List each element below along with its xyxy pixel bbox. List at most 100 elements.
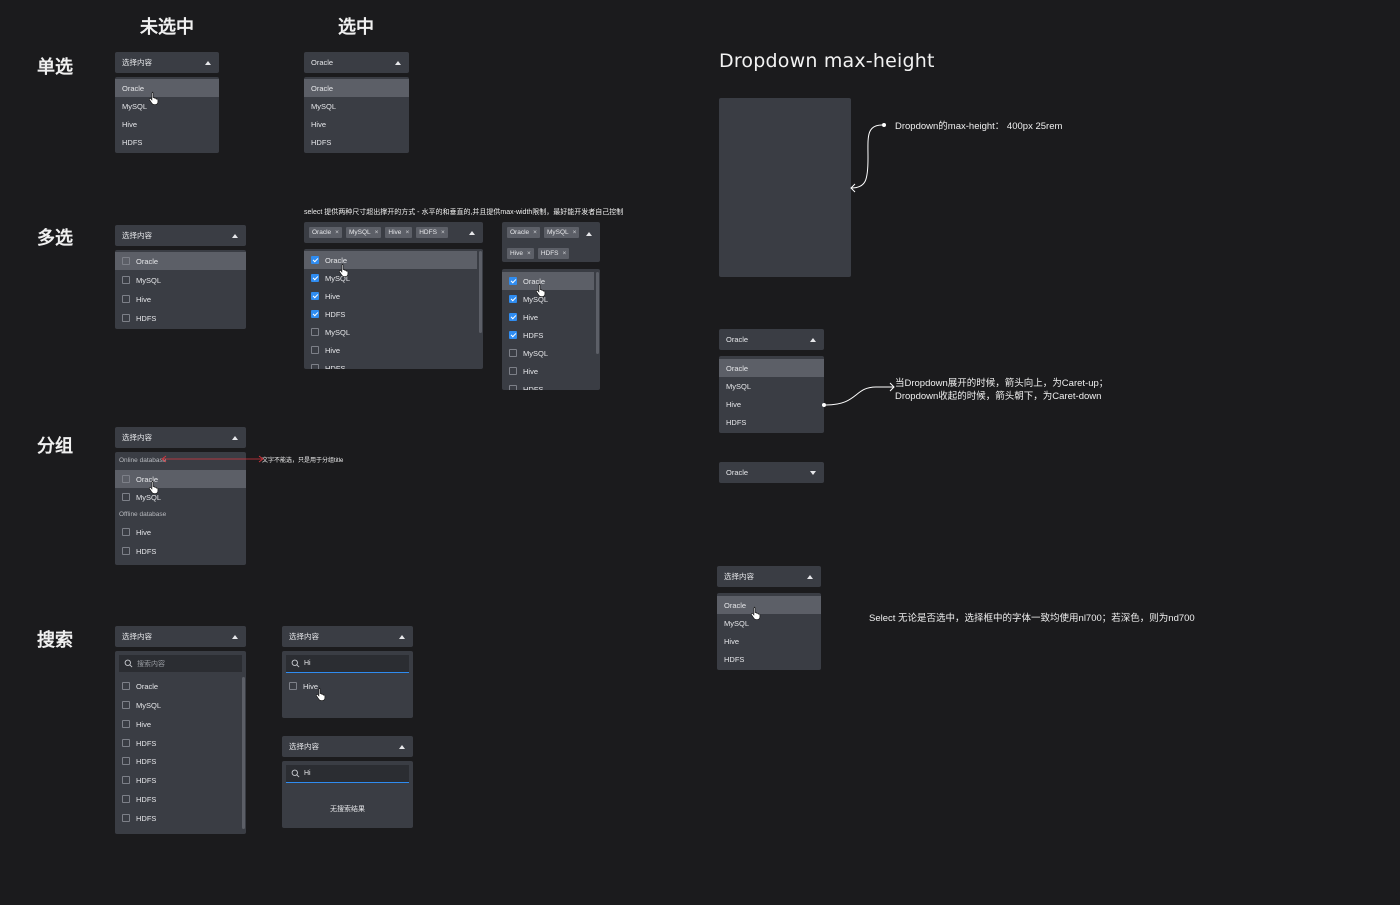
checkbox-unchecked-icon[interactable]	[509, 349, 517, 357]
option-hdfs[interactable]: HDFS	[115, 133, 219, 151]
tag-close-icon[interactable]: ×	[405, 229, 409, 236]
tag-close-icon[interactable]: ×	[533, 229, 537, 236]
checkbox-unchecked-icon[interactable]	[122, 776, 130, 784]
option-hdfs[interactable]: HDFS	[115, 771, 240, 789]
option-hive[interactable]: Hive	[304, 115, 409, 133]
checkbox-unchecked-icon[interactable]	[122, 757, 130, 765]
option-oracle[interactable]: Oracle	[502, 272, 594, 290]
checkbox-unchecked-icon[interactable]	[311, 364, 319, 369]
option-hive[interactable]: Hive	[719, 395, 824, 413]
font-demo-trigger[interactable]: 选择内容	[717, 566, 821, 587]
option-hive[interactable]: Hive	[282, 677, 413, 695]
option-oracle[interactable]: Oracle	[115, 470, 246, 488]
multi-select-trigger[interactable]: 选择内容	[115, 225, 246, 246]
option-mysql[interactable]: MySQL	[115, 488, 246, 506]
option-hive[interactable]: Hive	[115, 115, 219, 133]
tag-close-icon[interactable]: ×	[375, 229, 379, 236]
single-select-trigger[interactable]: 选择内容	[115, 52, 219, 73]
multi-select-trigger-horizontal[interactable]: Oracle × MySQL × Hive × HDFS ×	[304, 222, 483, 243]
checkbox-unchecked-icon[interactable]	[122, 493, 130, 501]
checkbox-unchecked-icon[interactable]	[122, 701, 130, 709]
checkbox-unchecked-icon[interactable]	[122, 814, 130, 822]
checkbox-unchecked-icon[interactable]	[122, 475, 130, 483]
option-hdfs[interactable]: HDFS	[719, 413, 824, 431]
checkbox-unchecked-icon[interactable]	[122, 257, 130, 265]
checkbox-unchecked-icon[interactable]	[122, 682, 130, 690]
group-select-trigger[interactable]: 选择内容	[115, 427, 246, 448]
option-hdfs[interactable]: HDFS	[115, 809, 240, 827]
checkbox-unchecked-icon[interactable]	[122, 295, 130, 303]
search-select-trigger[interactable]: 选择内容	[115, 626, 246, 647]
checkbox-checked-icon[interactable]	[311, 310, 319, 318]
search-input[interactable]: 搜索内容	[119, 655, 242, 672]
checkbox-unchecked-icon[interactable]	[122, 739, 130, 747]
checkbox-unchecked-icon[interactable]	[122, 547, 130, 555]
option-oracle[interactable]: Oracle	[719, 359, 824, 377]
option-oracle[interactable]: Oracle	[115, 252, 246, 270]
checkbox-checked-icon[interactable]	[311, 292, 319, 300]
dropdown-scrollbar[interactable]	[242, 677, 245, 829]
checkbox-unchecked-icon[interactable]	[311, 328, 319, 336]
option-mysql[interactable]: MySQL	[502, 344, 594, 362]
checkbox-unchecked-icon[interactable]	[122, 795, 130, 803]
option-hdfs[interactable]: HDFS	[304, 133, 409, 151]
checkbox-checked-icon[interactable]	[509, 313, 517, 321]
option-hdfs[interactable]: HDFS	[717, 650, 821, 668]
checkbox-unchecked-icon[interactable]	[289, 682, 297, 690]
option-oracle[interactable]: Oracle	[717, 596, 821, 614]
option-hive[interactable]: Hive	[502, 362, 594, 380]
option-hdfs[interactable]: HDFS	[304, 305, 477, 323]
option-mysql[interactable]: MySQL	[115, 97, 219, 115]
dropdown-scrollbar[interactable]	[596, 272, 599, 354]
checkbox-checked-icon[interactable]	[509, 295, 517, 303]
option-mysql[interactable]: MySQL	[115, 696, 240, 714]
option-hdfs[interactable]: HDFS	[115, 734, 240, 752]
option-hdfs[interactable]: HDFS	[115, 542, 246, 560]
caret-demo-trigger-expanded[interactable]: Oracle	[719, 329, 824, 350]
search-select-trigger-result[interactable]: 选择内容	[282, 626, 413, 647]
option-mysql[interactable]: MySQL	[304, 269, 477, 287]
search-select-trigger-empty[interactable]: 选择内容	[282, 736, 413, 757]
option-mysql[interactable]: MySQL	[115, 271, 246, 289]
checkbox-unchecked-icon[interactable]	[122, 314, 130, 322]
checkbox-unchecked-icon[interactable]	[122, 720, 130, 728]
multi-select-trigger-vertical[interactable]: Oracle × MySQL × Hive × HDFS ×	[502, 222, 600, 262]
option-hdfs[interactable]: HDFS	[115, 752, 240, 770]
checkbox-checked-icon[interactable]	[509, 277, 517, 285]
option-hive[interactable]: Hive	[115, 290, 246, 308]
option-hive[interactable]: Hive	[502, 308, 594, 326]
search-input-active[interactable]: Hi	[286, 765, 409, 783]
checkbox-checked-icon[interactable]	[311, 256, 319, 264]
tag-close-icon[interactable]: ×	[335, 229, 339, 236]
checkbox-checked-icon[interactable]	[311, 274, 319, 282]
single-select-trigger-selected[interactable]: Oracle	[304, 52, 409, 73]
option-hdfs[interactable]: HDFS	[502, 380, 594, 390]
option-oracle[interactable]: Oracle	[115, 677, 240, 695]
option-mysql[interactable]: MySQL	[304, 97, 409, 115]
checkbox-unchecked-icon[interactable]	[311, 346, 319, 354]
option-hdfs[interactable]: HDFS	[502, 326, 594, 344]
option-hive[interactable]: Hive	[304, 287, 477, 305]
option-hive[interactable]: Hive	[717, 632, 821, 650]
option-hdfs[interactable]: HDFS	[115, 309, 246, 327]
checkbox-unchecked-icon[interactable]	[509, 367, 517, 375]
option-hive[interactable]: Hive	[115, 715, 240, 733]
search-input-active[interactable]: Hi	[286, 655, 409, 673]
option-hdfs[interactable]: HDFS	[115, 790, 240, 808]
checkbox-unchecked-icon[interactable]	[509, 385, 517, 390]
option-mysql[interactable]: MySQL	[502, 290, 594, 308]
tag-close-icon[interactable]: ×	[563, 250, 567, 257]
option-hive[interactable]: Hive	[115, 523, 246, 541]
option-mysql[interactable]: MySQL	[719, 377, 824, 395]
option-hdfs[interactable]: HDFS	[304, 359, 477, 369]
option-oracle[interactable]: Oracle	[304, 79, 409, 97]
option-mysql[interactable]: MySQL	[717, 614, 821, 632]
tag-close-icon[interactable]: ×	[527, 250, 531, 257]
tag-close-icon[interactable]: ×	[573, 229, 577, 236]
tag-close-icon[interactable]: ×	[441, 229, 445, 236]
option-mysql[interactable]: MySQL	[304, 323, 477, 341]
checkbox-checked-icon[interactable]	[509, 331, 517, 339]
checkbox-unchecked-icon[interactable]	[122, 528, 130, 536]
option-oracle[interactable]: Oracle	[115, 79, 219, 97]
checkbox-unchecked-icon[interactable]	[122, 276, 130, 284]
